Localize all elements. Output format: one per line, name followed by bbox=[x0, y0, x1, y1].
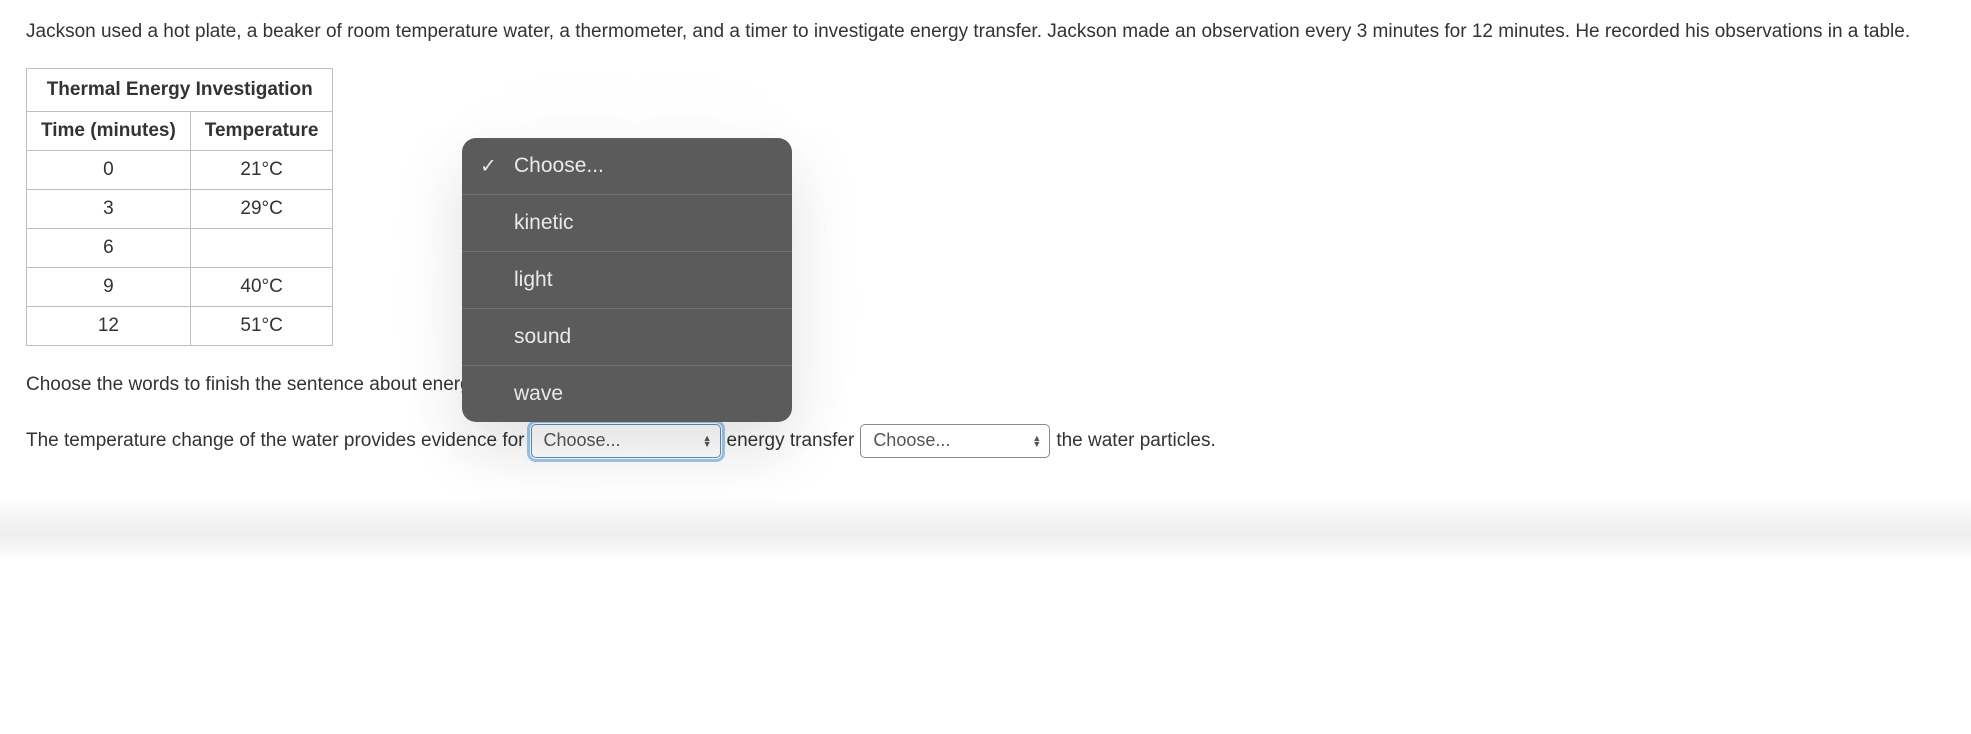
select-energy-type[interactable]: Choose... ▲▼ bbox=[531, 424, 721, 458]
table-row: 0 21°C bbox=[27, 150, 333, 189]
sentence-part-2: energy transfer bbox=[727, 430, 855, 452]
dropdown-option-wave[interactable]: wave bbox=[462, 366, 792, 422]
chevron-updown-icon: ▲▼ bbox=[1032, 435, 1041, 447]
sentence-part-3: the water particles. bbox=[1056, 430, 1215, 452]
col-header-temp: Temperature bbox=[190, 111, 333, 150]
cell-time: 6 bbox=[27, 228, 191, 267]
cell-temp: 51°C bbox=[190, 306, 333, 345]
intro-text: Jackson used a hot plate, a beaker of ro… bbox=[26, 18, 1945, 46]
cell-time: 12 bbox=[27, 306, 191, 345]
answer-sentence: The temperature change of the water prov… bbox=[26, 424, 1945, 458]
cell-temp: 21°C bbox=[190, 150, 333, 189]
cell-temp: 40°C bbox=[190, 267, 333, 306]
question-container: Jackson used a hot plate, a beaker of ro… bbox=[0, 0, 1971, 498]
page-bottom-shadow bbox=[0, 498, 1971, 558]
table-row: 12 51°C bbox=[27, 306, 333, 345]
select-value: Choose... bbox=[544, 430, 621, 451]
cell-temp bbox=[190, 228, 333, 267]
cell-temp: 29°C bbox=[190, 189, 333, 228]
table-row: 3 29°C bbox=[27, 189, 333, 228]
table-title: Thermal Energy Investigation bbox=[27, 68, 333, 111]
cell-time: 9 bbox=[27, 267, 191, 306]
col-header-time: Time (minutes) bbox=[27, 111, 191, 150]
table-row: 6 bbox=[27, 228, 333, 267]
select-value: Choose... bbox=[873, 430, 950, 451]
dropdown-option-light[interactable]: light bbox=[462, 252, 792, 309]
dropdown-option-placeholder[interactable]: Choose... bbox=[462, 138, 792, 195]
prompt-text: Choose the words to finish the sentence … bbox=[26, 374, 1945, 396]
dropdown-option-sound[interactable]: sound bbox=[462, 309, 792, 366]
select-direction[interactable]: Choose... ▲▼ bbox=[860, 424, 1050, 458]
cell-time: 0 bbox=[27, 150, 191, 189]
chevron-updown-icon: ▲▼ bbox=[703, 435, 712, 447]
dropdown-menu[interactable]: Choose... kinetic light sound wave bbox=[462, 138, 792, 422]
dropdown-option-kinetic[interactable]: kinetic bbox=[462, 195, 792, 252]
cell-time: 3 bbox=[27, 189, 191, 228]
table-row: 9 40°C bbox=[27, 267, 333, 306]
sentence-part-1: The temperature change of the water prov… bbox=[26, 430, 525, 452]
data-table: Thermal Energy Investigation Time (minut… bbox=[26, 68, 333, 346]
